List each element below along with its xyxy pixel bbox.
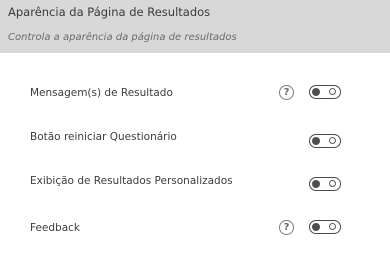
setting-label: Botão reiniciar Questionário [30, 131, 177, 143]
toggle-off-icon [329, 88, 336, 95]
restart-quiz-button-toggle[interactable] [309, 134, 341, 148]
setting-row-custom-results-display: Exibição de Resultados Personalizados [0, 170, 390, 194]
toggle-off-icon [329, 180, 336, 187]
setting-row-result-messages: Mensagem(s) de Resultado ? [0, 82, 390, 106]
section-title: Aparência da Página de Resultados [8, 5, 211, 19]
setting-row-restart-quiz-button: Botão reiniciar Questionário [0, 126, 390, 150]
toggle-off-icon [329, 137, 336, 144]
custom-results-display-toggle[interactable] [309, 177, 341, 191]
toggle-off-icon [329, 223, 336, 230]
setting-label: Feedback [30, 222, 81, 234]
toggle-knob [312, 87, 320, 96]
section-header: Aparência da Página de Resultados Contro… [0, 0, 390, 53]
feedback-toggle[interactable] [309, 220, 341, 234]
setting-row-feedback: Feedback ? [0, 217, 390, 241]
result-messages-toggle[interactable] [309, 85, 341, 99]
toggle-knob [312, 222, 320, 231]
setting-label: Exibição de Resultados Personalizados [30, 175, 233, 187]
toggle-knob [312, 136, 320, 145]
toggle-knob [312, 179, 320, 188]
section-subtitle: Controla a aparência da página de result… [8, 32, 237, 43]
help-icon[interactable]: ? [279, 220, 294, 235]
help-icon[interactable]: ? [279, 85, 294, 100]
setting-label: Mensagem(s) de Resultado [30, 87, 173, 99]
